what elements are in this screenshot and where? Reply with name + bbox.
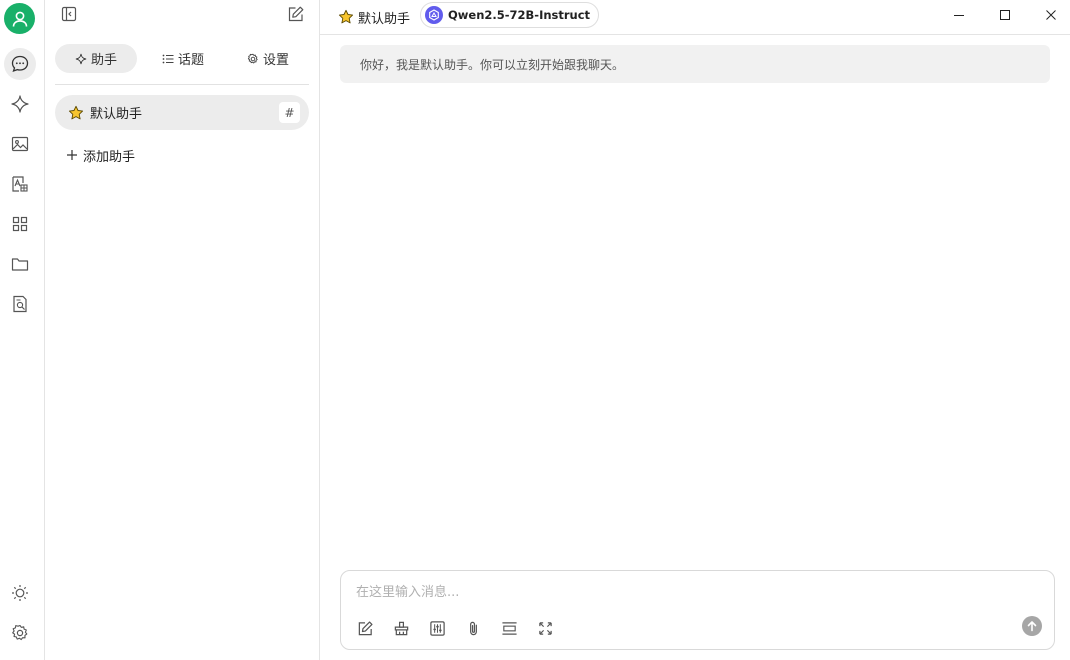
tabs-divider <box>55 84 309 85</box>
minimize-button[interactable] <box>936 0 982 30</box>
add-assistant-label: 添加助手 <box>83 149 136 165</box>
plus-icon <box>67 150 77 160</box>
collapse-sidebar-button[interactable] <box>58 3 80 25</box>
sparkle-icon <box>75 53 87 64</box>
new-chat-button[interactable] <box>285 3 307 25</box>
qwen-logo-icon <box>425 6 443 24</box>
sliders-icon <box>429 620 445 636</box>
edit-icon <box>288 6 304 22</box>
sidebar-toggle-icon <box>61 6 77 22</box>
user-icon <box>12 11 27 27</box>
clear-context-button[interactable] <box>390 617 412 639</box>
theme-toggle-button[interactable] <box>4 577 36 609</box>
gear-icon <box>247 53 258 63</box>
broom-icon <box>394 621 408 635</box>
paperclip-icon <box>469 621 477 635</box>
side-tabs: 助手 话题 设置 <box>55 44 309 74</box>
minimize-icon <box>954 15 964 16</box>
context-divider-button[interactable] <box>498 617 520 639</box>
close-button[interactable] <box>1028 0 1070 30</box>
gear-icon <box>12 624 28 641</box>
tab-topics[interactable]: 话题 <box>142 44 224 73</box>
maximize-button[interactable] <box>982 0 1028 30</box>
document-search-icon <box>13 295 27 313</box>
model-name: Qwen2.5-72B-Instruct <box>448 8 591 22</box>
assistant-tag-button[interactable]: # <box>279 102 300 123</box>
sparkle-icon <box>11 95 29 113</box>
expand-input-button[interactable] <box>534 617 556 639</box>
tab-assistants-label: 助手 <box>90 53 117 68</box>
list-icon <box>162 54 174 63</box>
side-panel-header <box>45 0 319 34</box>
tab-assistants[interactable]: 助手 <box>55 44 137 73</box>
close-icon <box>1046 10 1056 20</box>
assistant-greeting-message: 你好，我是默认助手。你可以立刻开始跟我聊天。 <box>340 45 1050 83</box>
star-icon <box>338 9 354 24</box>
add-assistant-button[interactable]: 添加助手 <box>66 145 135 165</box>
chat-top-bar: 默认助手 Qwen2.5-72B-Instruct <box>320 0 1070 35</box>
tab-settings[interactable]: 设置 <box>227 44 309 73</box>
settings-nav-button[interactable] <box>4 617 36 649</box>
edit-icon <box>358 620 373 635</box>
chat-bubble-icon <box>11 55 29 73</box>
star-icon <box>68 105 84 119</box>
tab-settings-label: 设置 <box>262 53 289 68</box>
send-button[interactable] <box>1022 616 1042 636</box>
model-settings-button[interactable] <box>426 617 448 639</box>
divider-icon <box>501 621 517 635</box>
tab-topics-label: 话题 <box>177 53 204 68</box>
message-composer <box>340 570 1055 650</box>
attach-file-button[interactable] <box>462 617 484 639</box>
arrow-up-icon <box>1027 621 1037 632</box>
files-nav-button[interactable] <box>4 248 36 280</box>
maximize-icon <box>1000 10 1010 20</box>
image-icon <box>11 136 29 152</box>
model-selector[interactable]: Qwen2.5-72B-Instruct <box>420 2 600 28</box>
sun-icon <box>12 585 28 601</box>
expand-icon <box>538 621 552 635</box>
grid-icon <box>12 216 28 232</box>
translate-nav-button[interactable] <box>4 168 36 200</box>
translate-icon <box>12 176 28 192</box>
current-assistant-label: 默认助手 <box>358 11 411 27</box>
apps-nav-button[interactable] <box>4 208 36 240</box>
assistant-item-label: 默认助手 <box>90 107 143 122</box>
folder-icon <box>11 258 29 271</box>
image-nav-button[interactable] <box>4 128 36 160</box>
assistant-item-default[interactable]: 默认助手 # <box>55 95 309 130</box>
message-input[interactable] <box>356 581 1016 603</box>
assistant-side-panel: 助手 话题 设置 默认助手 # 添加助手 <box>45 0 320 660</box>
chat-nav-button[interactable] <box>4 48 36 80</box>
user-avatar[interactable] <box>4 3 35 34</box>
agents-nav-button[interactable] <box>4 88 36 120</box>
current-assistant-title[interactable]: 默认助手 <box>338 6 410 28</box>
icon-rail <box>0 0 45 660</box>
new-topic-button[interactable] <box>354 617 376 639</box>
knowledge-nav-button[interactable] <box>4 288 36 320</box>
